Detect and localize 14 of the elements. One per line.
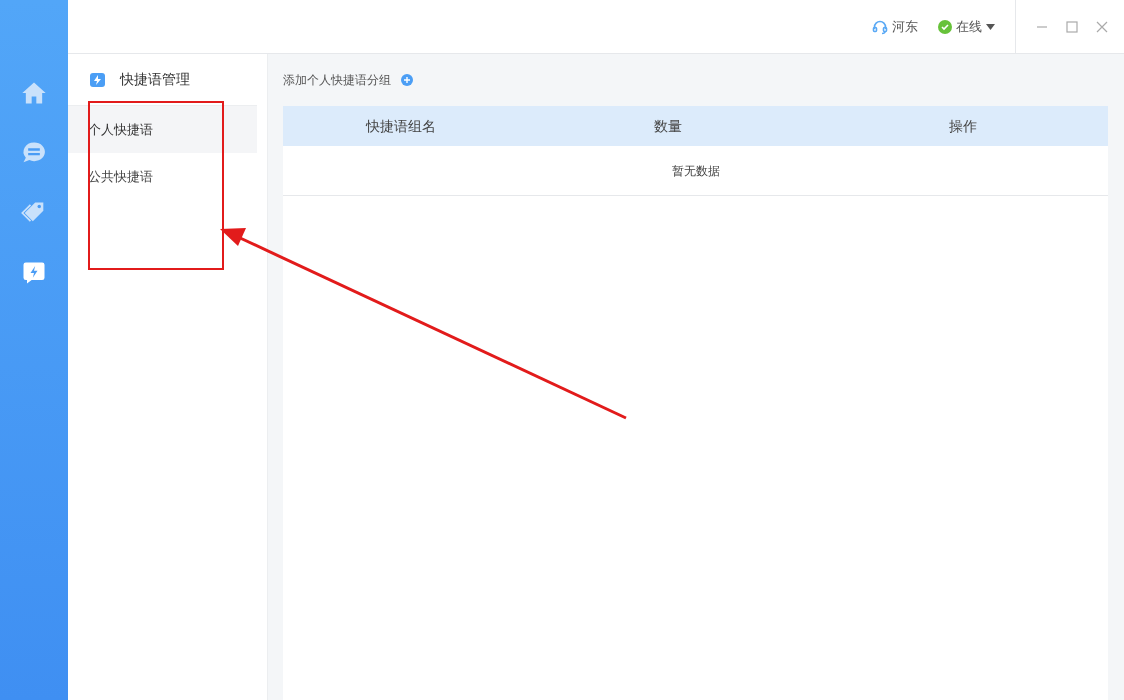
caret-icon: [986, 23, 995, 30]
plus-icon[interactable]: [401, 74, 413, 86]
status-dropdown[interactable]: 在线: [938, 16, 995, 37]
headset-icon: [872, 18, 888, 35]
add-group-link[interactable]: 添加个人快捷语分组: [283, 71, 391, 89]
close-button[interactable]: [1096, 20, 1108, 33]
bolt-icon: [90, 72, 105, 87]
empty-message: 暂无数据: [671, 162, 720, 180]
agent-name: 河东: [892, 17, 918, 36]
column-header: 操作: [949, 116, 977, 136]
maximize-button[interactable]: [1066, 20, 1078, 33]
column-header: 快捷语组名: [365, 116, 436, 136]
panel-title: 快捷语管理: [120, 70, 190, 89]
column-header: 数量: [654, 116, 682, 136]
